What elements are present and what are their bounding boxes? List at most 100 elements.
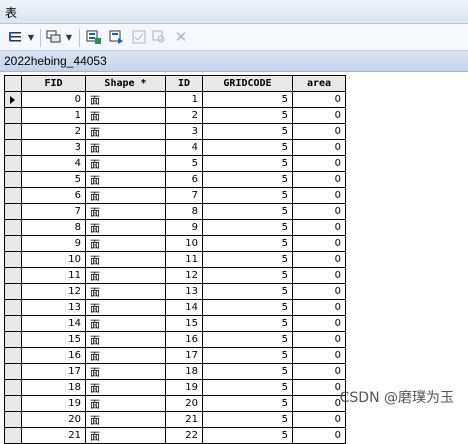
cell-fid[interactable]: 20: [21, 411, 86, 428]
cell-area[interactable]: 0: [292, 155, 346, 172]
cell-gridcode[interactable]: 5: [202, 347, 293, 364]
cell-gridcode[interactable]: 5: [202, 219, 293, 236]
cell-shape[interactable]: 面: [85, 155, 166, 172]
row-selector[interactable]: [4, 171, 22, 188]
cell-gridcode[interactable]: 5: [202, 91, 293, 108]
cell-fid[interactable]: 14: [21, 315, 86, 332]
cell-shape[interactable]: 面: [85, 299, 166, 316]
cell-area[interactable]: 0: [292, 171, 346, 188]
cell-id[interactable]: 12: [165, 267, 203, 284]
cell-shape[interactable]: 面: [85, 283, 166, 300]
cell-shape[interactable]: 面: [85, 235, 166, 252]
table-row[interactable]: 13 面 14 5 0: [4, 299, 346, 316]
cell-gridcode[interactable]: 5: [202, 235, 293, 252]
cell-shape[interactable]: 面: [85, 267, 166, 284]
cell-gridcode[interactable]: 5: [202, 187, 293, 204]
cell-gridcode[interactable]: 5: [202, 283, 293, 300]
table-row[interactable]: 12 面 13 5 0: [4, 283, 346, 300]
cell-gridcode[interactable]: 5: [202, 331, 293, 348]
chevron-down-icon[interactable]: ▼: [26, 28, 36, 46]
cell-fid[interactable]: 12: [21, 283, 86, 300]
cell-id[interactable]: 19: [165, 379, 203, 396]
table-row[interactable]: 7面850: [4, 203, 346, 220]
cell-area[interactable]: 0: [292, 123, 346, 140]
cell-fid[interactable]: 11: [21, 267, 86, 284]
cell-fid[interactable]: 17: [21, 363, 86, 380]
table-row[interactable]: 18 面 19 5 0: [4, 379, 346, 396]
row-selector[interactable]: [4, 379, 22, 396]
row-selector[interactable]: [4, 187, 22, 204]
table-row[interactable]: 9 面 10 5 0: [4, 235, 346, 252]
row-selector[interactable]: [4, 123, 22, 140]
cell-gridcode[interactable]: 5: [202, 203, 293, 220]
cell-shape[interactable]: 面: [85, 107, 166, 124]
cell-fid[interactable]: 9: [21, 235, 86, 252]
cell-gridcode[interactable]: 5: [202, 107, 293, 124]
cell-gridcode[interactable]: 5: [202, 315, 293, 332]
row-selector[interactable]: [4, 203, 22, 220]
row-selector[interactable]: [4, 267, 22, 284]
cell-shape[interactable]: 面: [85, 187, 166, 204]
table-row[interactable]: 8面950: [4, 219, 346, 236]
row-selector[interactable]: [4, 283, 22, 300]
cell-gridcode[interactable]: 5: [202, 363, 293, 380]
table-row[interactable]: 19 面 20 5 0: [4, 395, 346, 412]
table-row[interactable]: 17 面 18 5 0: [4, 363, 346, 380]
cell-gridcode[interactable]: 5: [202, 395, 293, 412]
cell-fid[interactable]: 18: [21, 379, 86, 396]
cell-shape[interactable]: 面: [85, 251, 166, 268]
cell-area[interactable]: 0: [292, 267, 346, 284]
zoom-to-selected-icon[interactable]: [151, 28, 167, 46]
cell-id[interactable]: 16: [165, 331, 203, 348]
select-all-cell[interactable]: [4, 75, 22, 92]
cell-shape[interactable]: 面: [85, 347, 166, 364]
cell-shape[interactable]: 面: [85, 139, 166, 156]
cell-shape[interactable]: 面: [85, 427, 166, 444]
cell-area[interactable]: 0: [292, 91, 346, 108]
cell-area[interactable]: 0: [292, 283, 346, 300]
cell-id[interactable]: 21: [165, 411, 203, 428]
cell-id[interactable]: 13: [165, 283, 203, 300]
table-row[interactable]: 20 面 21 5 0: [4, 411, 346, 428]
cell-fid[interactable]: 16: [21, 347, 86, 364]
column-header-area[interactable]: area: [292, 75, 346, 92]
row-selector[interactable]: [4, 299, 22, 316]
cell-fid[interactable]: 7: [21, 203, 86, 220]
row-selector[interactable]: [4, 363, 22, 380]
cell-id[interactable]: 4: [165, 139, 203, 156]
select-by-attributes-icon[interactable]: [85, 28, 103, 46]
cell-shape[interactable]: 面: [85, 123, 166, 140]
cell-fid[interactable]: 21: [21, 427, 86, 444]
cell-fid[interactable]: 13: [21, 299, 86, 316]
cell-gridcode[interactable]: 5: [202, 139, 293, 156]
table-options-icon[interactable]: [6, 28, 24, 46]
cell-area[interactable]: 0: [292, 235, 346, 252]
cell-gridcode[interactable]: 5: [202, 251, 293, 268]
cell-shape[interactable]: 面: [85, 411, 166, 428]
cell-id[interactable]: 8: [165, 203, 203, 220]
cell-id[interactable]: 15: [165, 315, 203, 332]
cell-id[interactable]: 10: [165, 235, 203, 252]
cell-id[interactable]: 11: [165, 251, 203, 268]
cell-area[interactable]: 0: [292, 139, 346, 156]
cell-id[interactable]: 9: [165, 219, 203, 236]
cell-id[interactable]: 20: [165, 395, 203, 412]
cell-gridcode[interactable]: 5: [202, 123, 293, 140]
cell-shape[interactable]: 面: [85, 219, 166, 236]
column-header-id[interactable]: ID: [165, 75, 203, 92]
cell-area[interactable]: 0: [292, 107, 346, 124]
cell-area[interactable]: 0: [292, 315, 346, 332]
cell-fid[interactable]: 2: [21, 123, 86, 140]
table-row[interactable]: 1面250: [4, 107, 346, 124]
cell-gridcode[interactable]: 5: [202, 379, 293, 396]
cell-fid[interactable]: 6: [21, 187, 86, 204]
row-selector[interactable]: [4, 395, 22, 412]
cell-shape[interactable]: 面: [85, 91, 166, 108]
cell-area[interactable]: 0: [292, 331, 346, 348]
table-row[interactable]: 10 面 11 5 0: [4, 251, 346, 268]
row-selector[interactable]: [4, 155, 22, 172]
cell-id[interactable]: 3: [165, 123, 203, 140]
cell-area[interactable]: 0: [292, 379, 346, 396]
table-row[interactable]: 11 面 12 5 0: [4, 267, 346, 284]
table-row[interactable]: 3面450: [4, 139, 346, 156]
